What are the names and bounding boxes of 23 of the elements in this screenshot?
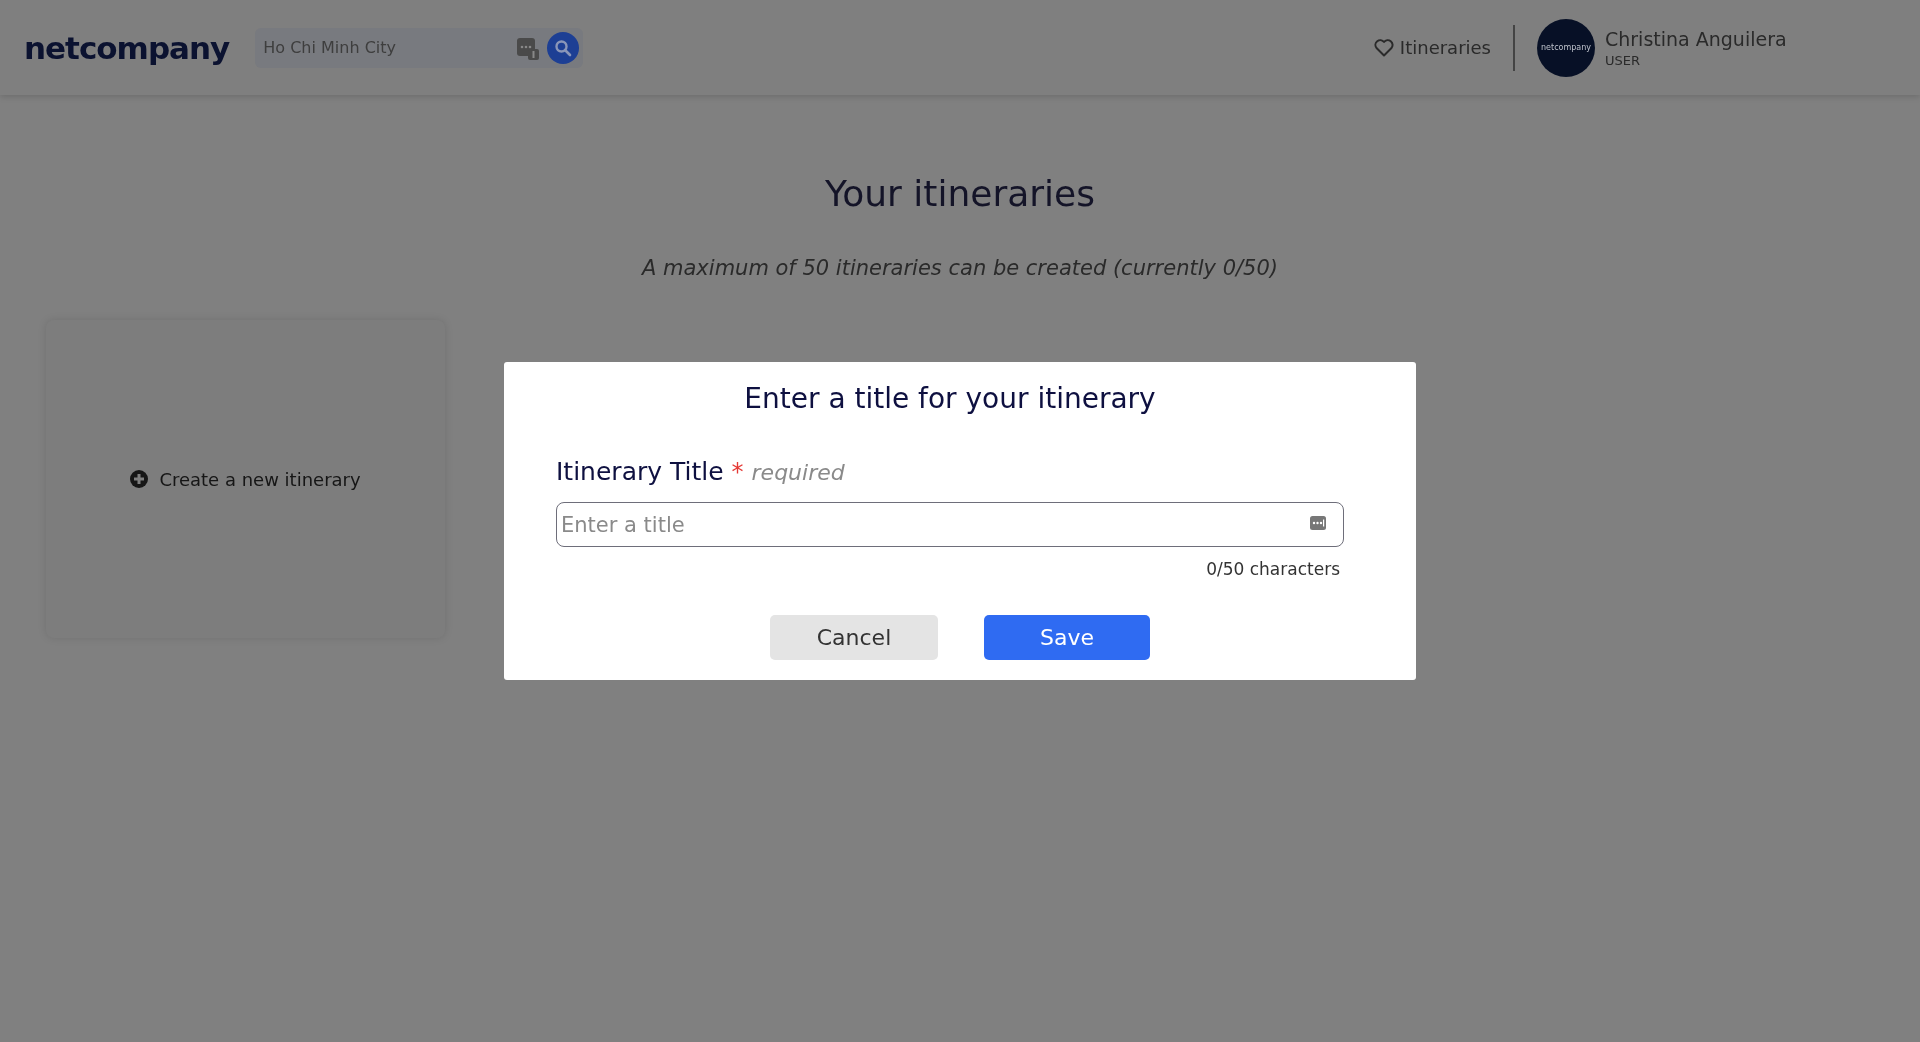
user-name: Christina Anguilera bbox=[1605, 27, 1788, 50]
cancel-button[interactable]: Cancel bbox=[770, 615, 938, 660]
keyboard-icon[interactable] bbox=[517, 35, 540, 60]
logo[interactable]: netcompany bbox=[24, 29, 230, 66]
character-counter: 0/50 characters bbox=[1205, 559, 1341, 579]
page-subtitle: A maximum of 50 itineraries can be created (currently 0/50) bbox=[642, 256, 1278, 280]
search-field[interactable]: Ho Chi Minh City bbox=[255, 27, 584, 68]
dots-icon[interactable] bbox=[1310, 516, 1326, 530]
page-title: Your itineraries bbox=[825, 173, 1095, 214]
title-input[interactable]: Enter a title bbox=[556, 502, 1344, 547]
plus-icon bbox=[130, 470, 149, 488]
itineraries-link[interactable]: Itineraries bbox=[1373, 37, 1491, 58]
create-label: Create a new itinerary bbox=[159, 468, 361, 490]
field-label: Itinerary Title bbox=[556, 457, 724, 486]
required-hint: required bbox=[751, 460, 845, 485]
search-icon bbox=[554, 38, 573, 57]
dialog-title: Enter a title for your itinerary bbox=[743, 382, 1157, 415]
user-role: USER bbox=[1605, 52, 1641, 68]
save-button[interactable]: Save bbox=[984, 615, 1150, 660]
avatar[interactable]: netcompany bbox=[1537, 18, 1595, 77]
heart-icon bbox=[1373, 38, 1394, 57]
create-itinerary-card[interactable]: Create a new itinerary bbox=[46, 320, 445, 638]
required-mark: * bbox=[731, 458, 744, 486]
